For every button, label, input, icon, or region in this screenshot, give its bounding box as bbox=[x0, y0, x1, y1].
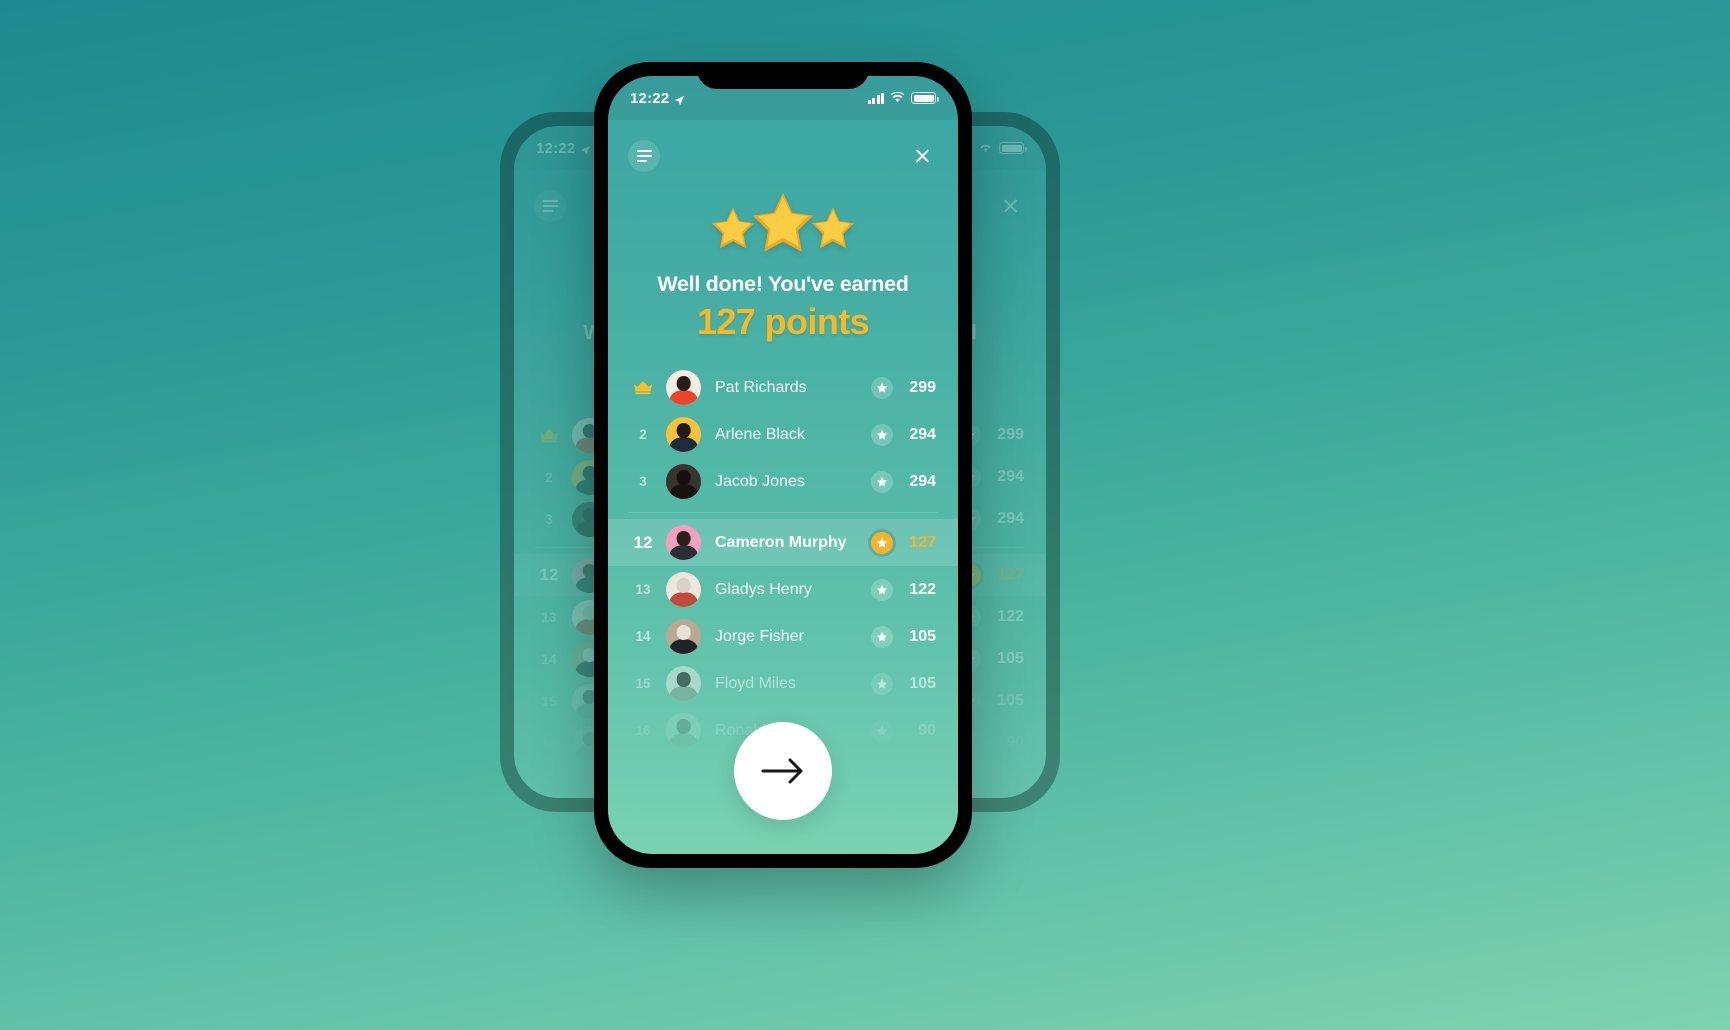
score-value: 105 bbox=[997, 692, 1024, 709]
player-name: Cameron Murphy bbox=[715, 533, 847, 551]
rank-number: 16 bbox=[541, 735, 557, 751]
crown-icon bbox=[630, 380, 656, 395]
score-group: 105 bbox=[871, 672, 936, 695]
score-value: 105 bbox=[997, 650, 1024, 667]
rank-number: 15 bbox=[541, 693, 557, 709]
star-icon bbox=[871, 376, 893, 399]
avatar bbox=[666, 713, 701, 748]
status-time: 12:22 bbox=[630, 89, 670, 107]
phone-screen: 12:22 bbox=[608, 76, 958, 854]
score-value: 105 bbox=[909, 674, 936, 692]
hero-points: 127 points bbox=[696, 301, 870, 342]
rank-number: 3 bbox=[639, 474, 647, 489]
score-value: 294 bbox=[997, 510, 1024, 527]
star-icon bbox=[871, 423, 893, 446]
score-group: 294 bbox=[871, 423, 936, 446]
avatar bbox=[666, 417, 701, 452]
star-icon bbox=[871, 625, 893, 648]
score-value: 90 bbox=[1006, 734, 1024, 751]
score-value: 105 bbox=[909, 627, 936, 645]
score-value: 294 bbox=[997, 468, 1024, 485]
score-value: 299 bbox=[909, 378, 936, 396]
battery-full-icon bbox=[911, 92, 939, 104]
score-group: 122 bbox=[871, 578, 936, 601]
rank-number: 3 bbox=[545, 511, 553, 527]
score-value: 127 bbox=[909, 533, 936, 551]
score-group: 105 bbox=[871, 625, 936, 648]
rank-number: 13 bbox=[541, 609, 557, 625]
score-group: 299 bbox=[871, 376, 936, 399]
score-group: 90 bbox=[871, 720, 936, 742]
star-icon bbox=[871, 470, 893, 493]
star-icon bbox=[871, 578, 893, 601]
wifi-icon bbox=[890, 90, 905, 107]
rank-number: 12 bbox=[539, 565, 559, 584]
player-name: Pat Richards bbox=[715, 378, 807, 396]
rank-number: 16 bbox=[635, 723, 651, 738]
rank-number: 14 bbox=[541, 651, 557, 667]
score-value: 299 bbox=[997, 426, 1024, 443]
table-row[interactable]: 13 Gladys Henry 122 bbox=[608, 566, 958, 613]
player-name: Floyd Miles bbox=[715, 674, 796, 692]
phone-notch bbox=[697, 62, 869, 89]
player-name: Jacob Jones bbox=[715, 472, 805, 490]
star-icon bbox=[871, 720, 893, 742]
status-bar-left: 12:22 bbox=[630, 90, 685, 107]
player-name: Gladys Henry bbox=[715, 580, 812, 598]
status-time: 12:22 bbox=[536, 139, 576, 157]
foreground-phone: 12:22 Well done! You've earned 127 point… bbox=[594, 62, 972, 868]
score-value: 122 bbox=[909, 580, 936, 598]
next-button[interactable] bbox=[734, 722, 832, 820]
table-row[interactable]: 3 Jacob Jones 294 bbox=[608, 458, 958, 505]
rank-number: 12 bbox=[633, 532, 653, 552]
rank-number: 2 bbox=[639, 427, 647, 442]
top-controls bbox=[608, 134, 958, 178]
table-row[interactable]: Pat Richards 299 bbox=[608, 364, 958, 411]
status-bar-right bbox=[867, 90, 939, 107]
avatar bbox=[666, 619, 701, 654]
hero-headline: Well done! You've earned bbox=[657, 272, 909, 296]
score-group: 294 bbox=[871, 470, 936, 493]
score-value: 127 bbox=[997, 566, 1024, 583]
hamburger-menu-icon[interactable] bbox=[534, 190, 566, 222]
avatar bbox=[666, 525, 701, 560]
close-icon[interactable] bbox=[994, 190, 1026, 222]
cellular-signal-icon bbox=[867, 92, 884, 104]
score-value: 90 bbox=[918, 721, 936, 739]
table-row[interactable]: 14 Jorge Fisher 105 bbox=[608, 613, 958, 660]
avatar bbox=[666, 370, 701, 405]
location-arrow-icon bbox=[580, 143, 591, 155]
arrow-right-icon bbox=[761, 756, 805, 786]
rank-number: 14 bbox=[635, 629, 651, 644]
hero-section: Well done! You've earned 127 points bbox=[608, 180, 958, 343]
score-value: 122 bbox=[997, 608, 1024, 625]
star-icon bbox=[871, 672, 893, 695]
location-arrow-icon bbox=[674, 93, 685, 105]
rank-number: 13 bbox=[635, 582, 651, 597]
score-value: 294 bbox=[909, 472, 936, 490]
table-row[interactable]: 15 Floyd Miles 105 bbox=[608, 660, 958, 707]
close-icon[interactable] bbox=[906, 140, 938, 172]
three-stars-icon bbox=[608, 180, 958, 260]
score-group: 127 bbox=[871, 531, 936, 554]
wifi-icon bbox=[978, 140, 993, 157]
crown-icon bbox=[536, 428, 562, 443]
list-divider bbox=[628, 512, 938, 513]
player-name: Jorge Fisher bbox=[715, 627, 804, 645]
avatar bbox=[666, 464, 701, 499]
avatar bbox=[666, 666, 701, 701]
battery-full-icon bbox=[999, 142, 1027, 154]
hamburger-menu-icon[interactable] bbox=[628, 140, 660, 172]
table-row[interactable]: 12 Cameron Murphy 127 bbox=[608, 519, 958, 566]
star-icon bbox=[871, 531, 893, 554]
avatar bbox=[666, 572, 701, 607]
rank-number: 2 bbox=[545, 469, 553, 485]
score-value: 294 bbox=[909, 425, 936, 443]
player-name: Arlene Black bbox=[715, 425, 805, 443]
rank-number: 15 bbox=[635, 676, 651, 691]
table-row[interactable]: 2 Arlene Black 294 bbox=[608, 411, 958, 458]
